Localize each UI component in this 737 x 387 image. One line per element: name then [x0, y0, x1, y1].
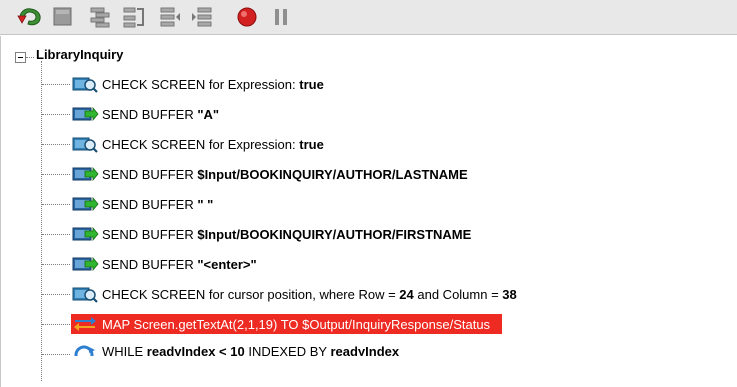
tree-vertical-guide [41, 61, 42, 381]
send-buffer-icon [72, 196, 99, 212]
tree-row[interactable]: SEND BUFFER "A" [71, 104, 219, 124]
tree-row-label: WHILE readyIndex < 10 INDEXED BY readyIn… [102, 344, 400, 356]
send-buffer-icon [72, 166, 99, 182]
tree-row-label: SEND BUFFER $Input/BOOKINQUIRY/AUTHOR/FI… [102, 226, 472, 242]
check-screen-icon [72, 287, 98, 303]
tree-row-label: MAP Screen.getTextAt(2,1,19) TO $Output/… [102, 316, 491, 332]
step-into-icon[interactable] [88, 5, 114, 29]
tree-row[interactable]: WHILE readyIndex < 10 INDEXED BY readyIn… [71, 344, 399, 356]
tree-row[interactable]: CHECK SCREEN for cursor position, where … [71, 284, 517, 304]
tree-row[interactable]: SEND BUFFER $Input/BOOKINQUIRY/AUTHOR/LA… [71, 164, 468, 184]
tree-connector [42, 264, 70, 265]
send-buffer-icon [72, 256, 99, 272]
tree-connector [42, 234, 70, 235]
toolbar [0, 0, 737, 35]
check-screen-icon [72, 137, 98, 153]
tree-connector [42, 204, 70, 205]
tree-row-label: SEND BUFFER " " [102, 196, 214, 212]
tree-row[interactable]: CHECK SCREEN for Expression: true [71, 134, 324, 154]
tree-connector [42, 144, 70, 145]
tree-row[interactable]: SEND BUFFER " " [71, 194, 213, 214]
tree-row[interactable]: CHECK SCREEN for Expression: true [71, 74, 324, 94]
collapse-toggle-icon[interactable] [15, 52, 26, 63]
tree-row[interactable]: SEND BUFFER $Input/BOOKINQUIRY/AUTHOR/FI… [71, 224, 471, 244]
send-buffer-icon [72, 226, 99, 242]
tree-row-selected[interactable]: MAP Screen.getTextAt(2,1,19) TO $Output/… [71, 314, 503, 334]
tree-connector [26, 57, 34, 58]
stop-square-icon[interactable] [50, 5, 76, 29]
tree-connector [42, 354, 70, 355]
tree-row-label: SEND BUFFER "A" [102, 106, 220, 122]
tree-row-label: CHECK SCREEN for cursor position, where … [102, 286, 517, 302]
tree-view: LibraryInquiry CHECK SCREEN for Expressi… [0, 36, 737, 387]
tree-row-label: SEND BUFFER "<enter>" [102, 256, 257, 272]
while-loop-icon [74, 345, 95, 356]
tree-connector [42, 294, 70, 295]
green-back-icon[interactable] [17, 5, 43, 29]
map-icon [74, 317, 96, 331]
tree-row-label: CHECK SCREEN for Expression: true [102, 136, 324, 152]
pause-icon[interactable] [268, 5, 294, 29]
tree-row-label: CHECK SCREEN for Expression: true [102, 76, 324, 92]
tree-row[interactable]: SEND BUFFER "<enter>" [71, 254, 257, 274]
send-buffer-icon [72, 106, 99, 122]
step-out-icon[interactable] [156, 5, 182, 29]
tree-connector [42, 324, 70, 325]
tree-connector [42, 84, 70, 85]
step-back-icon[interactable] [190, 5, 216, 29]
step-over-icon[interactable] [121, 5, 147, 29]
check-screen-icon [72, 77, 98, 93]
tree-root-label[interactable]: LibraryInquiry [36, 47, 123, 62]
tree-row-label: SEND BUFFER $Input/BOOKINQUIRY/AUTHOR/LA… [102, 166, 468, 182]
tree-connector [42, 114, 70, 115]
record-red-icon[interactable] [234, 5, 260, 29]
tree-connector [42, 174, 70, 175]
